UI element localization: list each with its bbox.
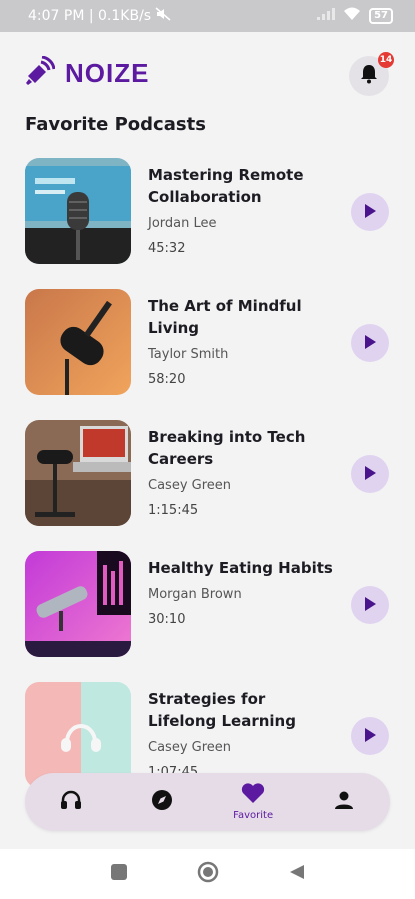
compass-icon (151, 789, 173, 815)
play-icon (364, 465, 376, 484)
nav-favorite-label: Favorite (233, 810, 274, 821)
podcast-item[interactable]: The Art of Mindful Living Taylor Smith 5… (0, 289, 415, 420)
podcast-author: Jordan Lee (148, 216, 217, 231)
nav-profile[interactable] (309, 790, 379, 814)
nav-favorite[interactable]: Favorite (218, 783, 288, 821)
megaphone-icon (25, 55, 56, 90)
bottom-navigation: Favorite (25, 773, 390, 831)
podcast-duration: 45:32 (148, 241, 186, 256)
section-title: Favorite Podcasts (25, 114, 206, 135)
podcast-title: Breaking into Tech Careers (148, 428, 306, 468)
podcast-author: Morgan Brown (148, 587, 242, 602)
podcast-item[interactable]: Breaking into Tech Careers Casey Green 1… (0, 420, 415, 551)
app-logo: NOIZE (25, 55, 150, 90)
system-navigation-bar (0, 849, 415, 899)
play-icon (364, 596, 376, 615)
play-button[interactable] (351, 586, 389, 624)
person-icon (334, 790, 354, 814)
play-button[interactable] (351, 193, 389, 231)
nav-headphones[interactable] (36, 790, 106, 814)
podcast-thumbnail (25, 551, 131, 657)
podcast-author: Casey Green (148, 740, 232, 755)
headphones-icon (60, 790, 82, 814)
podcast-title: Mastering Remote Collaboration (148, 166, 304, 206)
play-icon (364, 334, 376, 353)
signal-icon (317, 8, 336, 24)
recents-icon[interactable] (110, 864, 127, 884)
podcast-item[interactable]: Mastering Remote Collaboration Jordan Le… (0, 158, 415, 289)
play-button[interactable] (351, 324, 389, 362)
podcast-title: Strategies for Lifelong Learning (148, 690, 296, 730)
wifi-icon (343, 7, 361, 25)
status-time-speed: 4:07 PM | 0.1KB/s (28, 8, 152, 24)
play-icon (364, 727, 376, 746)
podcast-author: Taylor Smith (148, 347, 229, 362)
podcast-author: Casey Green (148, 478, 232, 493)
podcast-duration: 30:10 (148, 612, 186, 627)
bell-icon (360, 64, 378, 88)
podcast-item[interactable]: Healthy Eating Habits Morgan Brown 30:10 (0, 551, 415, 682)
podcast-title: The Art of Mindful Living (148, 297, 302, 337)
podcast-thumbnail (25, 289, 131, 395)
nav-explore[interactable] (127, 789, 197, 815)
podcast-duration: 1:15:45 (148, 503, 199, 518)
back-icon[interactable] (289, 864, 305, 884)
battery-indicator: 57 (369, 8, 393, 24)
podcast-list: Mastering Remote Collaboration Jordan Le… (0, 158, 415, 813)
podcast-duration: 58:20 (148, 372, 186, 387)
play-button[interactable] (351, 455, 389, 493)
notification-badge: 14 (378, 52, 394, 68)
status-bar: 4:07 PM | 0.1KB/s 57 (0, 0, 415, 32)
heart-icon (241, 783, 265, 808)
play-button[interactable] (351, 717, 389, 755)
mute-icon (155, 7, 171, 25)
app-name: NOIZE (65, 57, 150, 88)
home-icon[interactable] (197, 861, 219, 887)
play-icon (364, 203, 376, 222)
podcast-thumbnail (25, 420, 131, 526)
podcast-thumbnail (25, 158, 131, 264)
podcast-title: Healthy Eating Habits (148, 559, 333, 577)
